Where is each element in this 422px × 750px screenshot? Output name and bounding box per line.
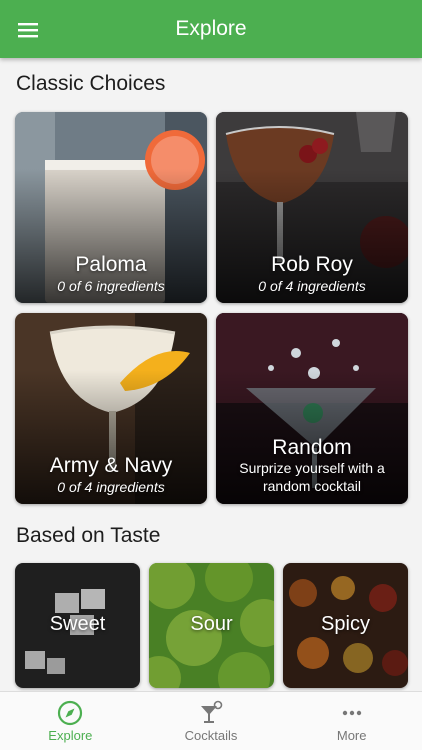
card-title: Random — [272, 436, 352, 459]
card-subtitle: 0 of 6 ingredients — [57, 278, 165, 294]
card-subtitle: 0 of 4 ingredients — [258, 278, 366, 294]
card-title: Paloma — [75, 253, 147, 276]
nav-label: Explore — [48, 727, 93, 743]
cocktail-card-rob-roy[interactable]: Rob Roy 0 of 4 ingredients — [216, 112, 408, 303]
card-subtitle: 0 of 4 ingredients — [57, 479, 165, 495]
card-title: Sweet — [49, 613, 106, 635]
taste-card-sweet[interactable]: Sweet — [15, 563, 140, 688]
cocktail-glass-icon — [201, 700, 223, 723]
section-title-taste: Based on Taste — [16, 524, 161, 547]
app-bar: Explore — [0, 0, 422, 58]
more-dots-icon — [342, 710, 361, 715]
card-title: Rob Roy — [271, 253, 353, 276]
nav-more[interactable]: More — [281, 692, 422, 750]
card-title: Army & Navy — [49, 454, 173, 477]
nav-cocktails[interactable]: Cocktails — [141, 692, 282, 750]
cocktail-card-paloma[interactable]: Paloma 0 of 6 ingredients — [15, 112, 207, 303]
bottom-navigation: Explore Cocktails More — [0, 691, 422, 750]
card-title: Spicy — [321, 613, 370, 635]
compass-icon — [58, 700, 83, 725]
hamburger-menu-icon[interactable] — [14, 16, 42, 44]
nav-label: More — [336, 727, 367, 743]
nav-label: Cocktails — [184, 727, 238, 743]
taste-card-spicy[interactable]: Spicy — [283, 563, 408, 688]
card-title: Sour — [190, 613, 233, 635]
nav-explore[interactable]: Explore — [0, 692, 141, 750]
cocktail-card-army-navy[interactable]: Army & Navy 0 of 4 ingredients — [15, 313, 207, 504]
section-title-classic: Classic Choices — [16, 72, 166, 95]
card-subtitle: Surprize yourself with a random cocktail — [239, 460, 385, 494]
taste-card-sour[interactable]: Sour — [149, 563, 274, 688]
cocktail-card-random[interactable]: Random Surprize yourself with a random c… — [216, 313, 408, 504]
page-title: Explore — [175, 17, 247, 40]
